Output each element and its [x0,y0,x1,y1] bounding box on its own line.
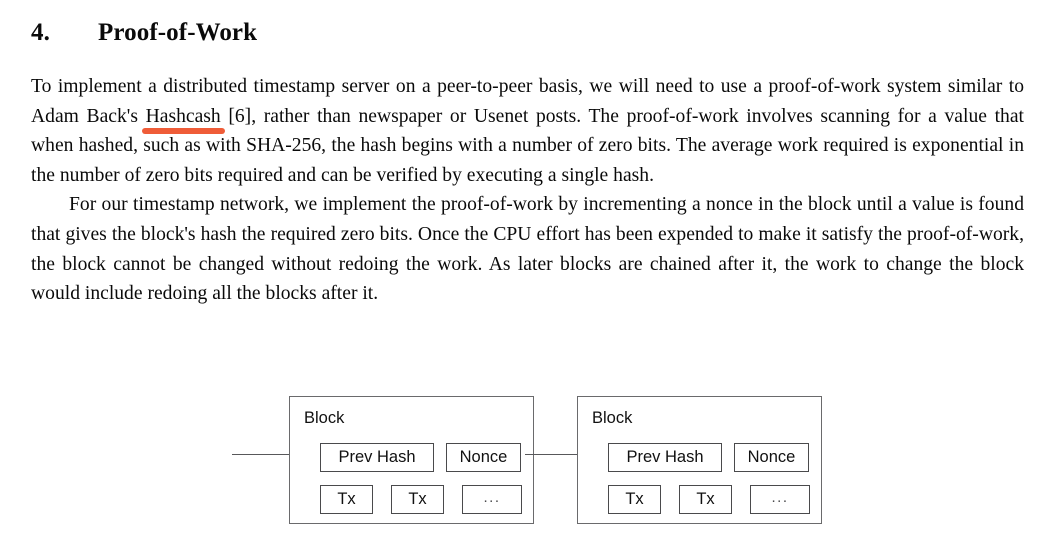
marker-underline-stroke [141,128,225,135]
paragraph-2: For our timestamp network, we implement … [31,194,1024,305]
document-content: 4. Proof-of-Work To implement a distribu… [31,18,1024,309]
block-2-label: Block [592,409,633,427]
blockchain-diagram: Block Prev Hash Nonce Tx Tx ... Block Pr… [0,386,1057,552]
highlighted-word: Hashcash [145,105,221,127]
block-1-tx-field-1: Tx [320,485,373,514]
paragraph-1: To implement a distributed timestamp ser… [31,72,1024,190]
hashcash-highlight-annotation: Hashcash [141,102,225,135]
block-1-prev-hash-field: Prev Hash [320,443,434,472]
block-2: Block Prev Hash Nonce Tx Tx ... [577,396,822,524]
block-2-tx-field-2: Tx [679,485,732,514]
section-number: 4. [31,19,50,46]
block-1-nonce-field: Nonce [446,443,521,472]
section-title: Proof-of-Work [98,19,258,46]
block-1-tx-field-2: Tx [391,485,444,514]
document-page: 4. Proof-of-Work To implement a distribu… [0,0,1057,552]
block-1: Block Prev Hash Nonce Tx Tx ... [289,396,534,524]
block-2-prev-hash-field: Prev Hash [608,443,722,472]
block-2-more-tx-field: ... [750,485,810,514]
block-1-label: Block [304,409,345,427]
block-1-more-tx-field: ... [462,485,522,514]
page-title: 4. Proof-of-Work [31,18,1024,48]
block-2-nonce-field: Nonce [734,443,809,472]
block-2-tx-field-1: Tx [608,485,661,514]
